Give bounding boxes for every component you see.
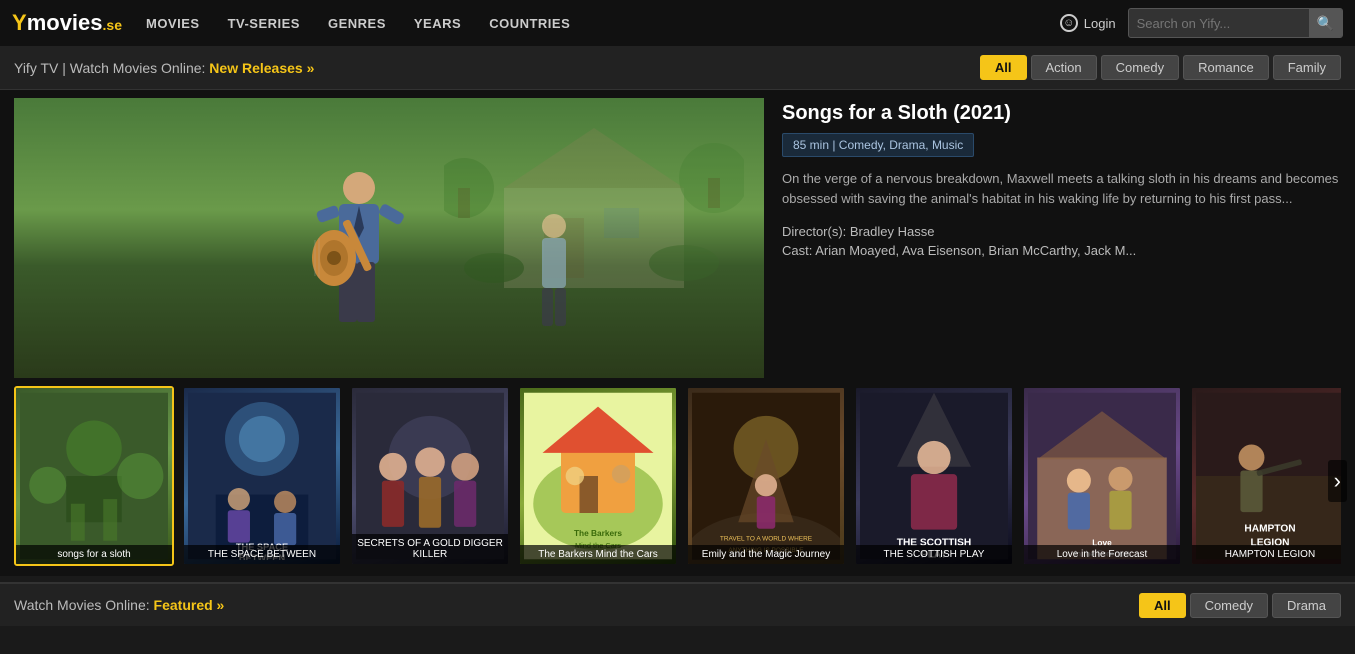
filter-family[interactable]: Family xyxy=(1273,55,1341,80)
thumbnails-section: songs for a sloth THE SPACE BETWEEN xyxy=(0,386,1355,576)
nav-countries[interactable]: COUNTRIES xyxy=(475,0,584,46)
nav-genres[interactable]: GENRES xyxy=(314,0,400,46)
featured-section-title: Watch Movies Online: Featured » xyxy=(14,597,1139,613)
filter-romance[interactable]: Romance xyxy=(1183,55,1269,80)
user-icon: ☺ xyxy=(1060,14,1078,32)
thumb6-label: THE SCOTTISH PLAY xyxy=(856,545,1012,564)
thumb6-art: THE SCOTTISH PLAY xyxy=(860,392,1008,560)
filter-all[interactable]: All xyxy=(980,55,1027,80)
thumb1-art xyxy=(20,392,168,560)
featured-section-bar: Watch Movies Online: Featured » All Come… xyxy=(0,582,1355,626)
new-releases-heading: New Releases » xyxy=(209,60,314,76)
featured-info: Songs for a Sloth (2021) 85 min | Comedy… xyxy=(782,98,1341,258)
svg-text:The Barkers: The Barkers xyxy=(574,528,622,538)
thumb7-label: Love in the Forecast xyxy=(1024,545,1180,564)
thumb8-label: HAMPTON LEGION xyxy=(1192,545,1341,564)
thumb3-label: SECRETS OF A GOLD DIGGER KILLER xyxy=(352,534,508,564)
filter-comedy[interactable]: Comedy xyxy=(1101,55,1179,80)
guitar-player xyxy=(299,158,419,358)
thumb4-label: The Barkers Mind the Cars xyxy=(520,545,676,564)
nav-tv-series[interactable]: TV-SERIES xyxy=(214,0,314,46)
thumb2-art: THE SPACE BETWEEN xyxy=(188,392,336,560)
thumb-gold-digger[interactable]: SECRETS OF A GOLD DIGGER KILLER xyxy=(350,386,510,566)
svg-text:TRAVEL TO A WORLD WHERE: TRAVEL TO A WORLD WHERE xyxy=(720,536,813,543)
search-button[interactable]: 🔍 xyxy=(1309,8,1342,38)
featured-cast: Cast: Arian Moayed, Ava Eisenson, Brian … xyxy=(782,243,1341,258)
featured-prefix: Watch Movies Online: xyxy=(14,597,150,613)
thumb-space-between[interactable]: THE SPACE BETWEEN THE SPACE BETWEEN xyxy=(182,386,342,566)
header: Ymovies.se MOVIES TV-SERIES GENRES YEARS… xyxy=(0,0,1355,46)
thumb-love-forecast[interactable]: Love in the Forecast Love in the Forecas… xyxy=(1022,386,1182,566)
thumb-barkers[interactable]: The Barkers Mind the Cars The Barkers Mi… xyxy=(518,386,678,566)
new-releases-title: Yify TV | Watch Movies Online: New Relea… xyxy=(14,60,980,76)
nav-movies[interactable]: MOVIES xyxy=(132,0,214,46)
thumb-songs-for-a-sloth[interactable]: songs for a sloth xyxy=(14,386,174,566)
thumbnails-row: songs for a sloth THE SPACE BETWEEN xyxy=(14,386,1341,566)
thumb4-art: The Barkers Mind the Cars xyxy=(524,392,672,560)
thumb-hampton-legion[interactable]: HAMPTON LEGION HAMPTON LEGION xyxy=(1190,386,1341,566)
featured-filter-comedy[interactable]: Comedy xyxy=(1190,593,1268,618)
new-releases-bar: Yify TV | Watch Movies Online: New Relea… xyxy=(0,46,1355,90)
featured-filter-drama[interactable]: Drama xyxy=(1272,593,1341,618)
thumb2-label: THE SPACE BETWEEN xyxy=(184,545,340,564)
featured-heading: Featured » xyxy=(154,597,225,613)
filter-action[interactable]: Action xyxy=(1031,55,1097,80)
thumb7-art: Love in the Forecast xyxy=(1028,392,1176,560)
thumb-scottish-play[interactable]: THE SCOTTISH PLAY THE SCOTTISH PLAY xyxy=(854,386,1014,566)
featured-image[interactable] xyxy=(14,98,764,378)
featured-director: Director(s): Bradley Hasse xyxy=(782,224,1341,239)
new-releases-filters: All Action Comedy Romance Family xyxy=(980,55,1341,80)
featured-section: Songs for a Sloth (2021) 85 min | Comedy… xyxy=(0,90,1355,386)
new-releases-prefix: Yify TV | Watch Movies Online: xyxy=(14,60,205,76)
featured-filters: All Comedy Drama xyxy=(1139,593,1341,618)
header-right: ☺ Login 🔍 xyxy=(1060,8,1343,38)
main-nav: MOVIES TV-SERIES GENRES YEARS COUNTRIES xyxy=(132,0,584,46)
thumb5-label: Emily and the Magic Journey xyxy=(688,545,844,564)
search-input[interactable] xyxy=(1129,16,1309,31)
logo[interactable]: Ymovies.se xyxy=(12,10,122,36)
search-box: 🔍 xyxy=(1128,8,1343,38)
movie-meta: 85 min | Comedy, Drama, Music xyxy=(782,133,974,157)
svg-text:HAMPTON: HAMPTON xyxy=(1244,524,1295,535)
thumb-emily[interactable]: TRAVEL TO A WORLD WHERE ANYTHING IS POSS… xyxy=(686,386,846,566)
login-label: Login xyxy=(1084,16,1116,31)
nav-years[interactable]: YEARS xyxy=(400,0,475,46)
scene-decoration xyxy=(444,108,744,288)
thumb1-label: songs for a sloth xyxy=(16,545,172,564)
featured-description: On the verge of a nervous breakdown, Max… xyxy=(782,169,1341,208)
login-button[interactable]: ☺ Login xyxy=(1060,14,1116,32)
background-person xyxy=(524,208,584,328)
thumb8-art: HAMPTON LEGION xyxy=(1196,392,1341,560)
featured-title: Songs for a Sloth (2021) xyxy=(782,102,1341,125)
thumb5-art: TRAVEL TO A WORLD WHERE ANYTHING IS POSS… xyxy=(692,392,840,560)
next-arrow-button[interactable]: › xyxy=(1328,460,1347,502)
featured-filter-all[interactable]: All xyxy=(1139,593,1186,618)
